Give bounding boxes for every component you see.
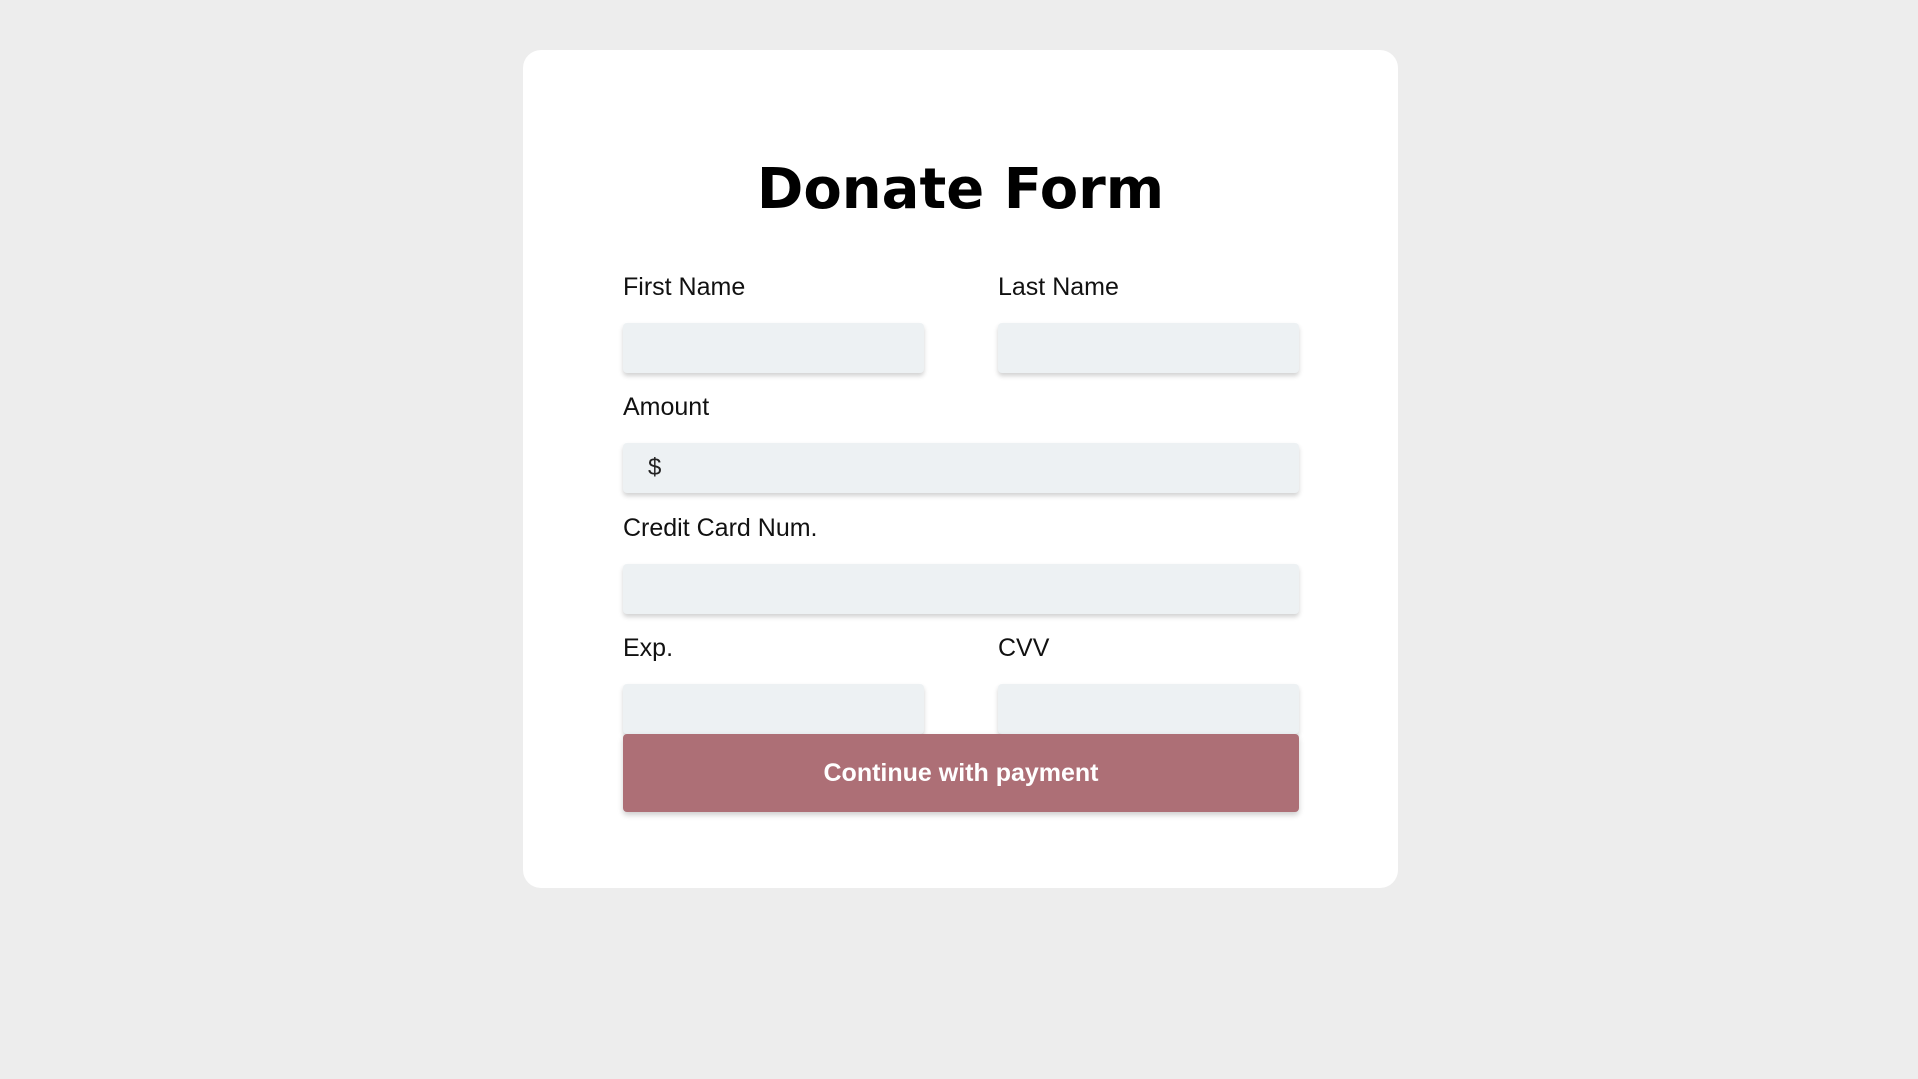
first-name-input[interactable] — [623, 323, 924, 373]
first-name-label: First Name — [623, 273, 746, 301]
amount-field[interactable]: $ — [623, 443, 1299, 495]
cvv-label: CVV — [998, 634, 1050, 662]
amount-input[interactable] — [673, 443, 1297, 495]
last-name-label: Last Name — [998, 273, 1119, 301]
form-title: Donate Form — [756, 157, 1165, 222]
cvv-input[interactable] — [998, 684, 1299, 734]
amount-label: Amount — [623, 393, 710, 421]
card-number-label: Credit Card Num. — [623, 514, 818, 542]
expiry-label: Exp. — [623, 634, 674, 662]
expiry-input[interactable] — [623, 684, 924, 734]
donate-form-card: Donate Form First Name Last Name Amount … — [523, 50, 1398, 888]
currency-symbol: $ — [648, 454, 662, 481]
continue-payment-button[interactable]: Continue with payment — [623, 734, 1299, 812]
last-name-input[interactable] — [998, 323, 1299, 373]
card-number-input[interactable] — [623, 564, 1299, 614]
